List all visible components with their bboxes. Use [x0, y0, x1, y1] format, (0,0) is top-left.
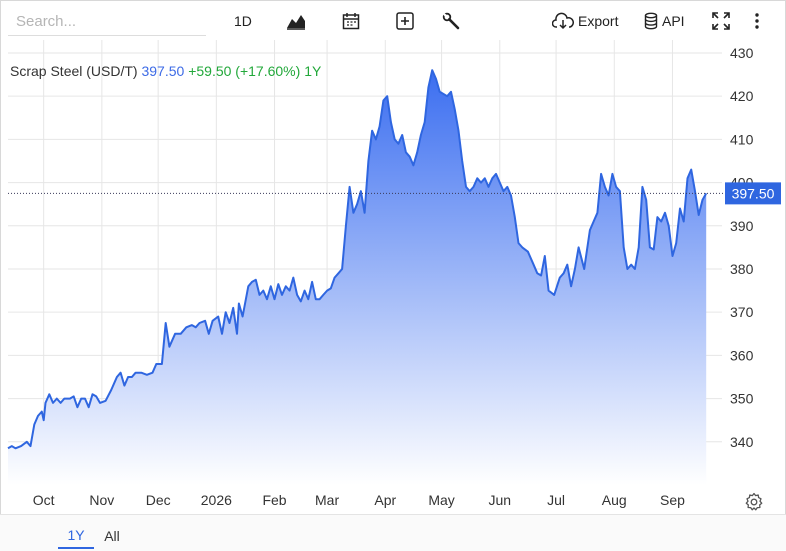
x-tick-label: Mar: [315, 492, 339, 508]
x-tick-label: May: [428, 492, 454, 508]
x-tick-label: Nov: [89, 492, 114, 508]
y-tick-label: 410: [730, 131, 754, 147]
y-tick-label: 350: [730, 391, 754, 407]
range-all-label: All: [104, 528, 120, 544]
x-tick-label: Dec: [146, 492, 171, 508]
y-tick-label: 370: [730, 304, 754, 320]
range-1y-label: 1Y: [67, 527, 85, 543]
legend-period: 1Y: [304, 63, 322, 79]
x-tick-label: Sep: [660, 492, 685, 508]
y-tick-label: 390: [730, 218, 754, 234]
x-axis: Oct Nov Dec 2026 Feb Mar Apr May Jun Jul Aug Sep: [33, 492, 685, 508]
x-tick-label: Feb: [262, 492, 286, 508]
x-tick-label: 2026: [201, 492, 232, 508]
price-tag: 397.50: [725, 182, 781, 205]
y-tick-label: 340: [730, 434, 754, 450]
range-bar: 1Y All: [0, 514, 786, 551]
y-axis: 340350360370380390400410420430: [730, 45, 754, 450]
x-tick-label: Oct: [33, 492, 55, 508]
y-tick-label: 420: [730, 88, 754, 104]
area-fill: [8, 70, 707, 485]
chart-legend: Scrap Steel (USD/T) 397.50 +59.50 (+17.6…: [10, 63, 321, 79]
legend-price: 397.50: [141, 63, 185, 79]
x-tick-label: Apr: [374, 492, 396, 508]
price-tag-label: 397.50: [732, 185, 775, 201]
legend-change: +59.50 (+17.60%): [188, 63, 301, 79]
y-tick-label: 360: [730, 347, 754, 363]
legend-name: Scrap Steel (USD/T): [10, 63, 138, 79]
x-tick-label: Jul: [547, 492, 565, 508]
gear-icon: [745, 492, 763, 511]
x-tick-label: Jun: [488, 492, 511, 508]
range-all-button[interactable]: All: [96, 523, 128, 549]
x-tick-label: Aug: [602, 492, 627, 508]
range-1y-button[interactable]: 1Y: [58, 523, 94, 549]
y-tick-label: 430: [730, 45, 754, 61]
settings-button[interactable]: [744, 492, 764, 512]
y-tick-label: 380: [730, 261, 754, 277]
